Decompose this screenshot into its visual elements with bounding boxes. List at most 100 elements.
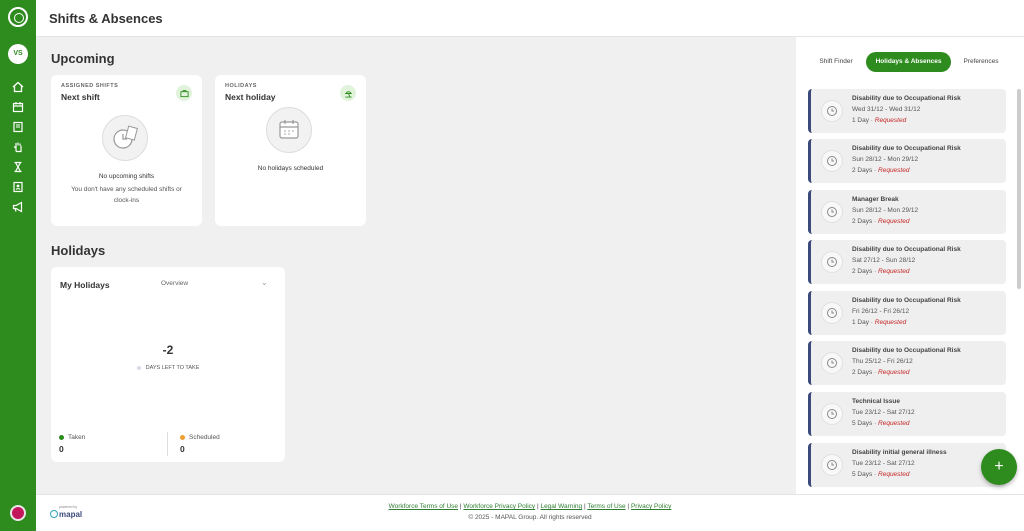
privacy-policy-link[interactable]: Privacy Policy	[631, 503, 671, 510]
request-status: Requested	[878, 369, 910, 376]
hand-icon[interactable]	[11, 140, 25, 154]
page-header: Shifts & Absences	[36, 0, 1024, 37]
request-meta: 2 Days · Requested	[852, 167, 910, 174]
days-left-label: DAYS LEFT TO TAKE	[51, 365, 285, 371]
clock-icon	[821, 403, 843, 425]
list-item[interactable]: Disability due to Occupational Risk Wed …	[808, 89, 1006, 133]
request-dates: Sat 27/12 - Sun 28/12	[852, 257, 916, 264]
add-request-button[interactable]: +	[981, 449, 1017, 485]
hourglass-icon[interactable]	[11, 160, 25, 174]
request-meta: 2 Days · Requested	[852, 218, 910, 225]
chevron-down-icon[interactable]: ⌄	[261, 278, 268, 287]
request-title: Disability due to Occupational Risk	[852, 145, 961, 152]
request-meta: 1 Day · Requested	[852, 117, 907, 124]
clock-icon	[821, 201, 843, 223]
request-dates: Thu 25/12 - Fri 26/12	[852, 358, 913, 365]
request-duration: 2 Days	[852, 167, 873, 174]
request-title: Disability due to Occupational Risk	[852, 95, 961, 102]
days-left-value: -2	[162, 343, 174, 357]
taken-value: 0	[59, 444, 64, 454]
next-shift-card: ASSIGNED SHIFTS Next shift No upcoming s…	[51, 75, 202, 226]
request-meta: 1 Day · Requested	[852, 319, 907, 326]
legend-divider	[167, 432, 168, 456]
list-item[interactable]: Disability due to Occupational Risk Sun …	[808, 139, 1006, 183]
support-icon[interactable]	[10, 505, 26, 521]
requests-panel: Shift Finder Holidays & Absences Prefere…	[796, 37, 1024, 494]
request-status: Requested	[878, 218, 910, 225]
request-meta: 5 Days · Requested	[852, 471, 910, 478]
home-icon[interactable]	[11, 80, 25, 94]
list-item[interactable]: Technical Issue Tue 23/12 - Sat 27/12 5 …	[808, 392, 1006, 436]
page-title: Shifts & Absences	[49, 11, 163, 26]
request-duration: 1 Day	[852, 117, 869, 124]
request-duration: 1 Day	[852, 319, 869, 326]
request-list: Disability due to Occupational Risk Wed …	[808, 89, 1006, 487]
terms-of-use-link[interactable]: Terms of Use	[587, 503, 625, 510]
request-title: Disability due to Occupational Risk	[852, 347, 961, 354]
request-list-scrollbar[interactable]	[1017, 89, 1021, 289]
upcoming-section-title: Upcoming	[51, 51, 115, 66]
footer-links: Workforce Terms of Use | Workforce Priva…	[36, 503, 1024, 510]
tab-preferences[interactable]: Preferences	[956, 52, 1006, 72]
legend-scheduled: Scheduled	[180, 434, 220, 441]
empty-shifts-text: You don't have any scheduled shifts or c…	[71, 186, 182, 204]
request-meta: 2 Days · Requested	[852, 268, 910, 275]
scheduled-dot-icon	[180, 434, 185, 440]
holidays-section-title: Holidays	[51, 243, 106, 258]
request-status: Requested	[874, 319, 907, 326]
legal-warning-link[interactable]: Legal Warning	[540, 503, 582, 510]
clock-icon	[821, 150, 843, 172]
user-avatar[interactable]: VS	[8, 44, 28, 64]
scheduled-value: 0	[180, 444, 185, 454]
contacts-icon[interactable]	[11, 180, 25, 194]
request-dates: Wed 31/12 - Wed 31/12	[852, 106, 921, 113]
workforce-terms-link[interactable]: Workforce Terms of Use	[389, 503, 458, 510]
clock-icon	[821, 302, 843, 324]
my-holidays-card: My Holidays Overview ⌄ -2 DAYS LEFT TO T…	[51, 267, 285, 462]
empty-shifts-title: No upcoming shifts	[98, 173, 155, 180]
request-status: Requested	[878, 268, 910, 275]
request-title: Disability initial general illness	[852, 449, 947, 456]
empty-holidays-title: No holidays scheduled	[257, 165, 324, 172]
card-eyebrow: HOLIDAYS	[225, 83, 257, 89]
request-dates: Tue 23/12 - Sat 27/12	[852, 460, 915, 467]
list-item[interactable]: Manager Break Sun 28/12 - Mon 29/12 2 Da…	[808, 190, 1006, 234]
request-duration: 5 Days	[852, 471, 873, 478]
tab-shift-finder[interactable]: Shift Finder	[810, 52, 862, 72]
request-dates: Tue 23/12 - Sat 27/12	[852, 409, 915, 416]
request-status: Requested	[874, 117, 907, 124]
card-eyebrow: ASSIGNED SHIFTS	[61, 83, 119, 89]
tab-holidays-absences[interactable]: Holidays & Absences	[866, 52, 951, 72]
clock-icon	[821, 454, 843, 476]
megaphone-icon[interactable]	[11, 200, 25, 214]
request-duration: 2 Days	[852, 218, 873, 225]
request-title: Disability due to Occupational Risk	[852, 246, 961, 253]
request-dates: Sun 28/12 - Mon 29/12	[852, 156, 919, 163]
list-item[interactable]: Disability due to Occupational Risk Sat …	[808, 240, 1006, 284]
next-holiday-card: HOLIDAYS Next holiday No holidays schedu…	[215, 75, 366, 226]
holidays-view-select[interactable]: Overview	[161, 280, 188, 287]
request-dates: Sun 28/12 - Mon 29/12	[852, 207, 919, 214]
clock-icon	[821, 100, 843, 122]
clock-illustration-icon	[102, 115, 148, 161]
request-meta: 2 Days · Requested	[852, 369, 910, 376]
request-title: Disability due to Occupational Risk	[852, 297, 961, 304]
app-logo-icon[interactable]	[8, 7, 28, 27]
taken-dot-icon	[59, 434, 64, 440]
workforce-privacy-link[interactable]: Workforce Privacy Policy	[463, 503, 535, 510]
calendar-icon[interactable]	[11, 100, 25, 114]
days-left-label-text: DAYS LEFT TO TAKE	[145, 365, 200, 371]
list-item[interactable]: Disability initial general illness Tue 2…	[808, 443, 1006, 487]
calendar-illustration-icon	[266, 107, 312, 153]
list-item[interactable]: Disability due to Occupational Risk Thu …	[808, 341, 1006, 385]
request-meta: 5 Days · Requested	[852, 420, 910, 427]
days-left-dot-icon	[136, 365, 141, 370]
request-status: Requested	[878, 471, 910, 478]
card-title: Next holiday	[225, 92, 276, 102]
list-item[interactable]: Disability due to Occupational Risk Fri …	[808, 291, 1006, 335]
book-icon[interactable]	[11, 120, 25, 134]
my-holidays-title: My Holidays	[60, 280, 110, 290]
sidebar: VS	[0, 0, 36, 531]
briefcase-icon	[176, 85, 192, 101]
request-duration: 2 Days	[852, 268, 873, 275]
